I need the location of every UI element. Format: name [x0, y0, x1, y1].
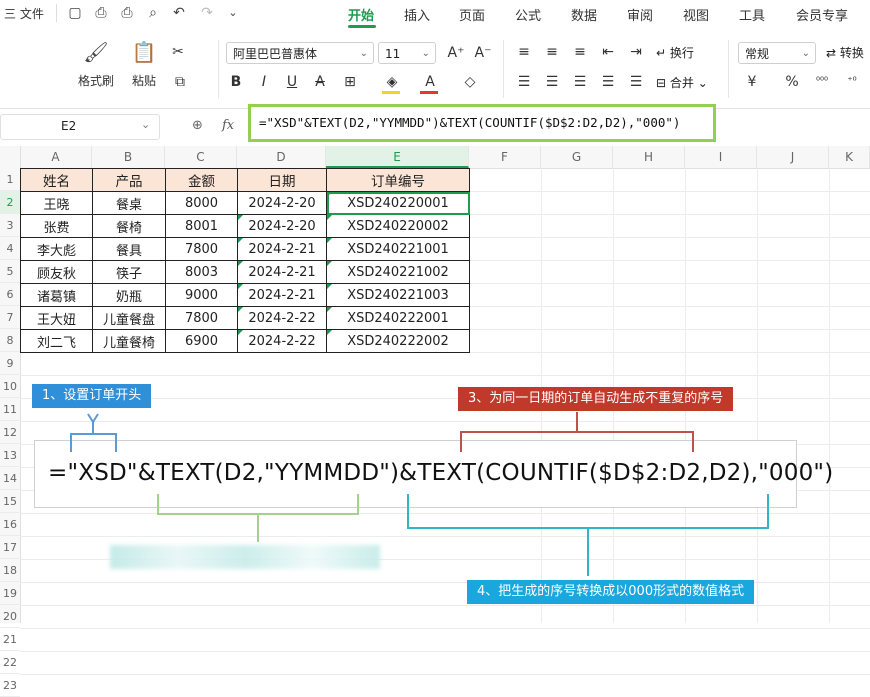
row-header[interactable]: 23: [0, 674, 20, 697]
gridline: [20, 651, 870, 652]
annotation-brackets: [70, 412, 769, 576]
bracket-step-1: [70, 413, 117, 452]
gridline: [20, 674, 870, 675]
callout-step-4: 4、把生成的序号转换成以000形式的数值格式: [467, 580, 755, 604]
gridline: [20, 628, 870, 629]
bracket-step-3: [460, 412, 694, 452]
bracket-step-2: [157, 494, 359, 542]
row-header[interactable]: 21: [0, 628, 20, 651]
blurred-callout-step-2: [110, 545, 380, 569]
bracket-step-4: [407, 494, 769, 576]
row-header[interactable]: 22: [0, 651, 20, 674]
